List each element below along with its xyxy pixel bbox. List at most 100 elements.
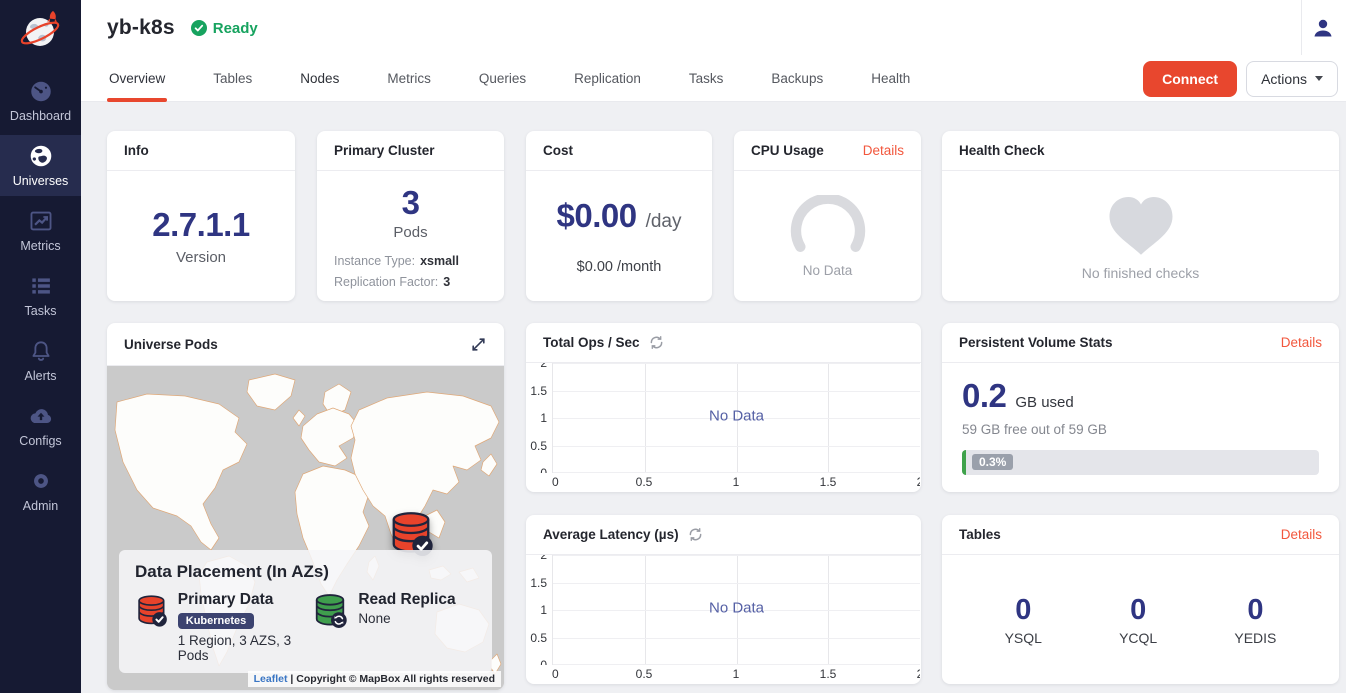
sidebar-nav: Dashboard Universes [0,58,81,525]
sidebar-item-label: Admin [23,499,58,513]
tab-queries[interactable]: Queries [477,55,528,102]
sidebar-item-metrics[interactable]: Metrics [0,200,81,261]
sidebar-item-label: Configs [19,434,61,448]
admin-gear-icon [28,468,54,494]
persistent-volume-card: Persistent Volume Stats Details 0.2 GB u… [942,323,1339,492]
expand-map-button[interactable] [470,336,487,353]
cost-card-title: Cost [526,131,712,171]
topbar: yb-k8s Ready Overview Tables Nodes Metri… [81,0,1346,102]
yedis-count-block: 0 YEDIS [1234,594,1276,646]
sidebar-item-tasks[interactable]: Tasks [0,265,81,326]
x-axis-labels: 0 0.5 1 1.5 2 [552,667,920,683]
cpu-usage-card: CPU Usage Details No Data [734,131,921,301]
primary-data-label: Primary Data [178,591,313,609]
cost-per-day-unit: /day [646,211,682,233]
no-data-text: No Data [709,407,764,424]
primary-cluster-title: Primary Cluster [317,131,504,171]
instance-type-row: Instance Type:xsmall [334,251,487,272]
ysql-label: YSQL [1005,630,1042,646]
plot-area: No Data [552,555,920,665]
tables-title: Tables [959,527,1001,542]
universe-title: yb-k8s [107,16,175,40]
universe-pods-title: Universe Pods [124,337,218,352]
volume-usage-fill [962,450,966,475]
read-replica-label: Read Replica [358,591,455,609]
configs-cloud-icon [28,403,54,429]
dashboard-gauge-icon [28,78,54,104]
alerts-bell-icon [28,338,54,364]
volume-free-text: 59 GB free out of 59 GB [962,422,1107,437]
tables-card: Tables Details 0 YSQL 0 YCQL 0 YEDIS [942,515,1339,684]
user-profile-icon[interactable] [1311,16,1335,40]
leaflet-link[interactable]: Leaflet [254,673,288,685]
metrics-chart-icon [28,208,54,234]
kubernetes-badge: Kubernetes [178,613,255,629]
header-divider [1301,0,1302,55]
cpu-details-link[interactable]: Details [863,143,904,158]
volume-usage-bar: 0.3% [962,450,1319,475]
sidebar-item-universes[interactable]: Universes [0,135,81,196]
tab-tables[interactable]: Tables [211,55,254,102]
volume-percent-badge: 0.3% [972,454,1013,470]
tab-tasks[interactable]: Tasks [687,55,726,102]
volume-used-unit: GB used [1015,394,1073,411]
tab-health[interactable]: Health [869,55,912,102]
actions-label: Actions [1261,71,1307,87]
tab-nodes[interactable]: Nodes [298,55,341,102]
status-text: Ready [213,20,258,37]
no-data-text: No Data [709,599,764,616]
sidebar-item-alerts[interactable]: Alerts [0,330,81,391]
total-ops-plot: 2 1.5 1 0.5 0 No Data 0 0.5 1 1.5 2 [526,363,921,492]
refresh-latency-button[interactable] [688,527,703,542]
tab-backups[interactable]: Backups [769,55,825,102]
tab-metrics[interactable]: Metrics [385,55,433,102]
expand-icon [470,336,487,353]
connect-button[interactable]: Connect [1143,61,1237,97]
cpu-no-data-text: No Data [803,263,853,278]
title-row: yb-k8s Ready [81,0,1346,40]
ycql-count-block: 0 YCQL [1119,594,1157,646]
primary-cluster-card: Primary Cluster 3 Pods Instance Type:xsm… [317,131,504,301]
yedis-label: YEDIS [1234,630,1276,646]
cost-card: Cost $0.00 /day $0.00 /month [526,131,712,301]
info-card-title: Info [107,131,295,171]
copyright-text: Copyright © MapBox All rights reserved [296,673,495,685]
ysql-count-block: 0 YSQL [1005,594,1042,646]
read-replica-db-icon [312,591,348,629]
health-check-title: Health Check [942,131,1339,171]
universe-pods-card: Universe Pods [107,323,504,690]
sidebar-item-label: Universes [13,174,69,188]
tables-details-link[interactable]: Details [1281,527,1322,542]
sidebar-item-configs[interactable]: Configs [0,395,81,456]
replication-factor-row: Replication Factor:3 [334,272,487,293]
actions-dropdown-button[interactable]: Actions [1246,61,1338,97]
sidebar-item-admin[interactable]: Admin [0,460,81,521]
yugabyte-logo[interactable] [0,0,81,58]
sidebar: Dashboard Universes [0,0,81,693]
status-badge: Ready [191,20,258,37]
heart-icon [1103,191,1179,257]
refresh-icon [688,527,703,542]
sidebar-item-label: Metrics [20,239,60,253]
tasks-list-icon [28,273,54,299]
version-value: 2.7.1.1 [152,206,249,244]
tab-overview[interactable]: Overview [107,55,167,102]
ycql-label: YCQL [1119,630,1157,646]
universe-overview-page: Dashboard Universes [0,0,1346,693]
health-message: No finished checks [1082,265,1200,281]
data-placement-legend: Data Placement (In AZs) [119,550,492,673]
header-actions: Connect Actions [1143,61,1338,97]
avg-latency-title: Average Latency (µs) [543,527,679,542]
pods-label: Pods [393,224,427,241]
chevron-down-icon [1315,76,1323,81]
sidebar-item-label: Dashboard [10,109,71,123]
tab-replication[interactable]: Replication [572,55,643,102]
sidebar-item-label: Alerts [25,369,57,383]
sidebar-item-dashboard[interactable]: Dashboard [0,70,81,131]
read-replica-value: None [358,611,455,626]
world-map[interactable]: Data Placement (In AZs) [107,366,504,690]
check-circle-icon [191,20,207,36]
placement-summary: 1 Region, 3 AZS, 3 Pods [178,633,313,663]
refresh-ops-button[interactable] [649,335,664,350]
volume-details-link[interactable]: Details [1281,335,1322,350]
